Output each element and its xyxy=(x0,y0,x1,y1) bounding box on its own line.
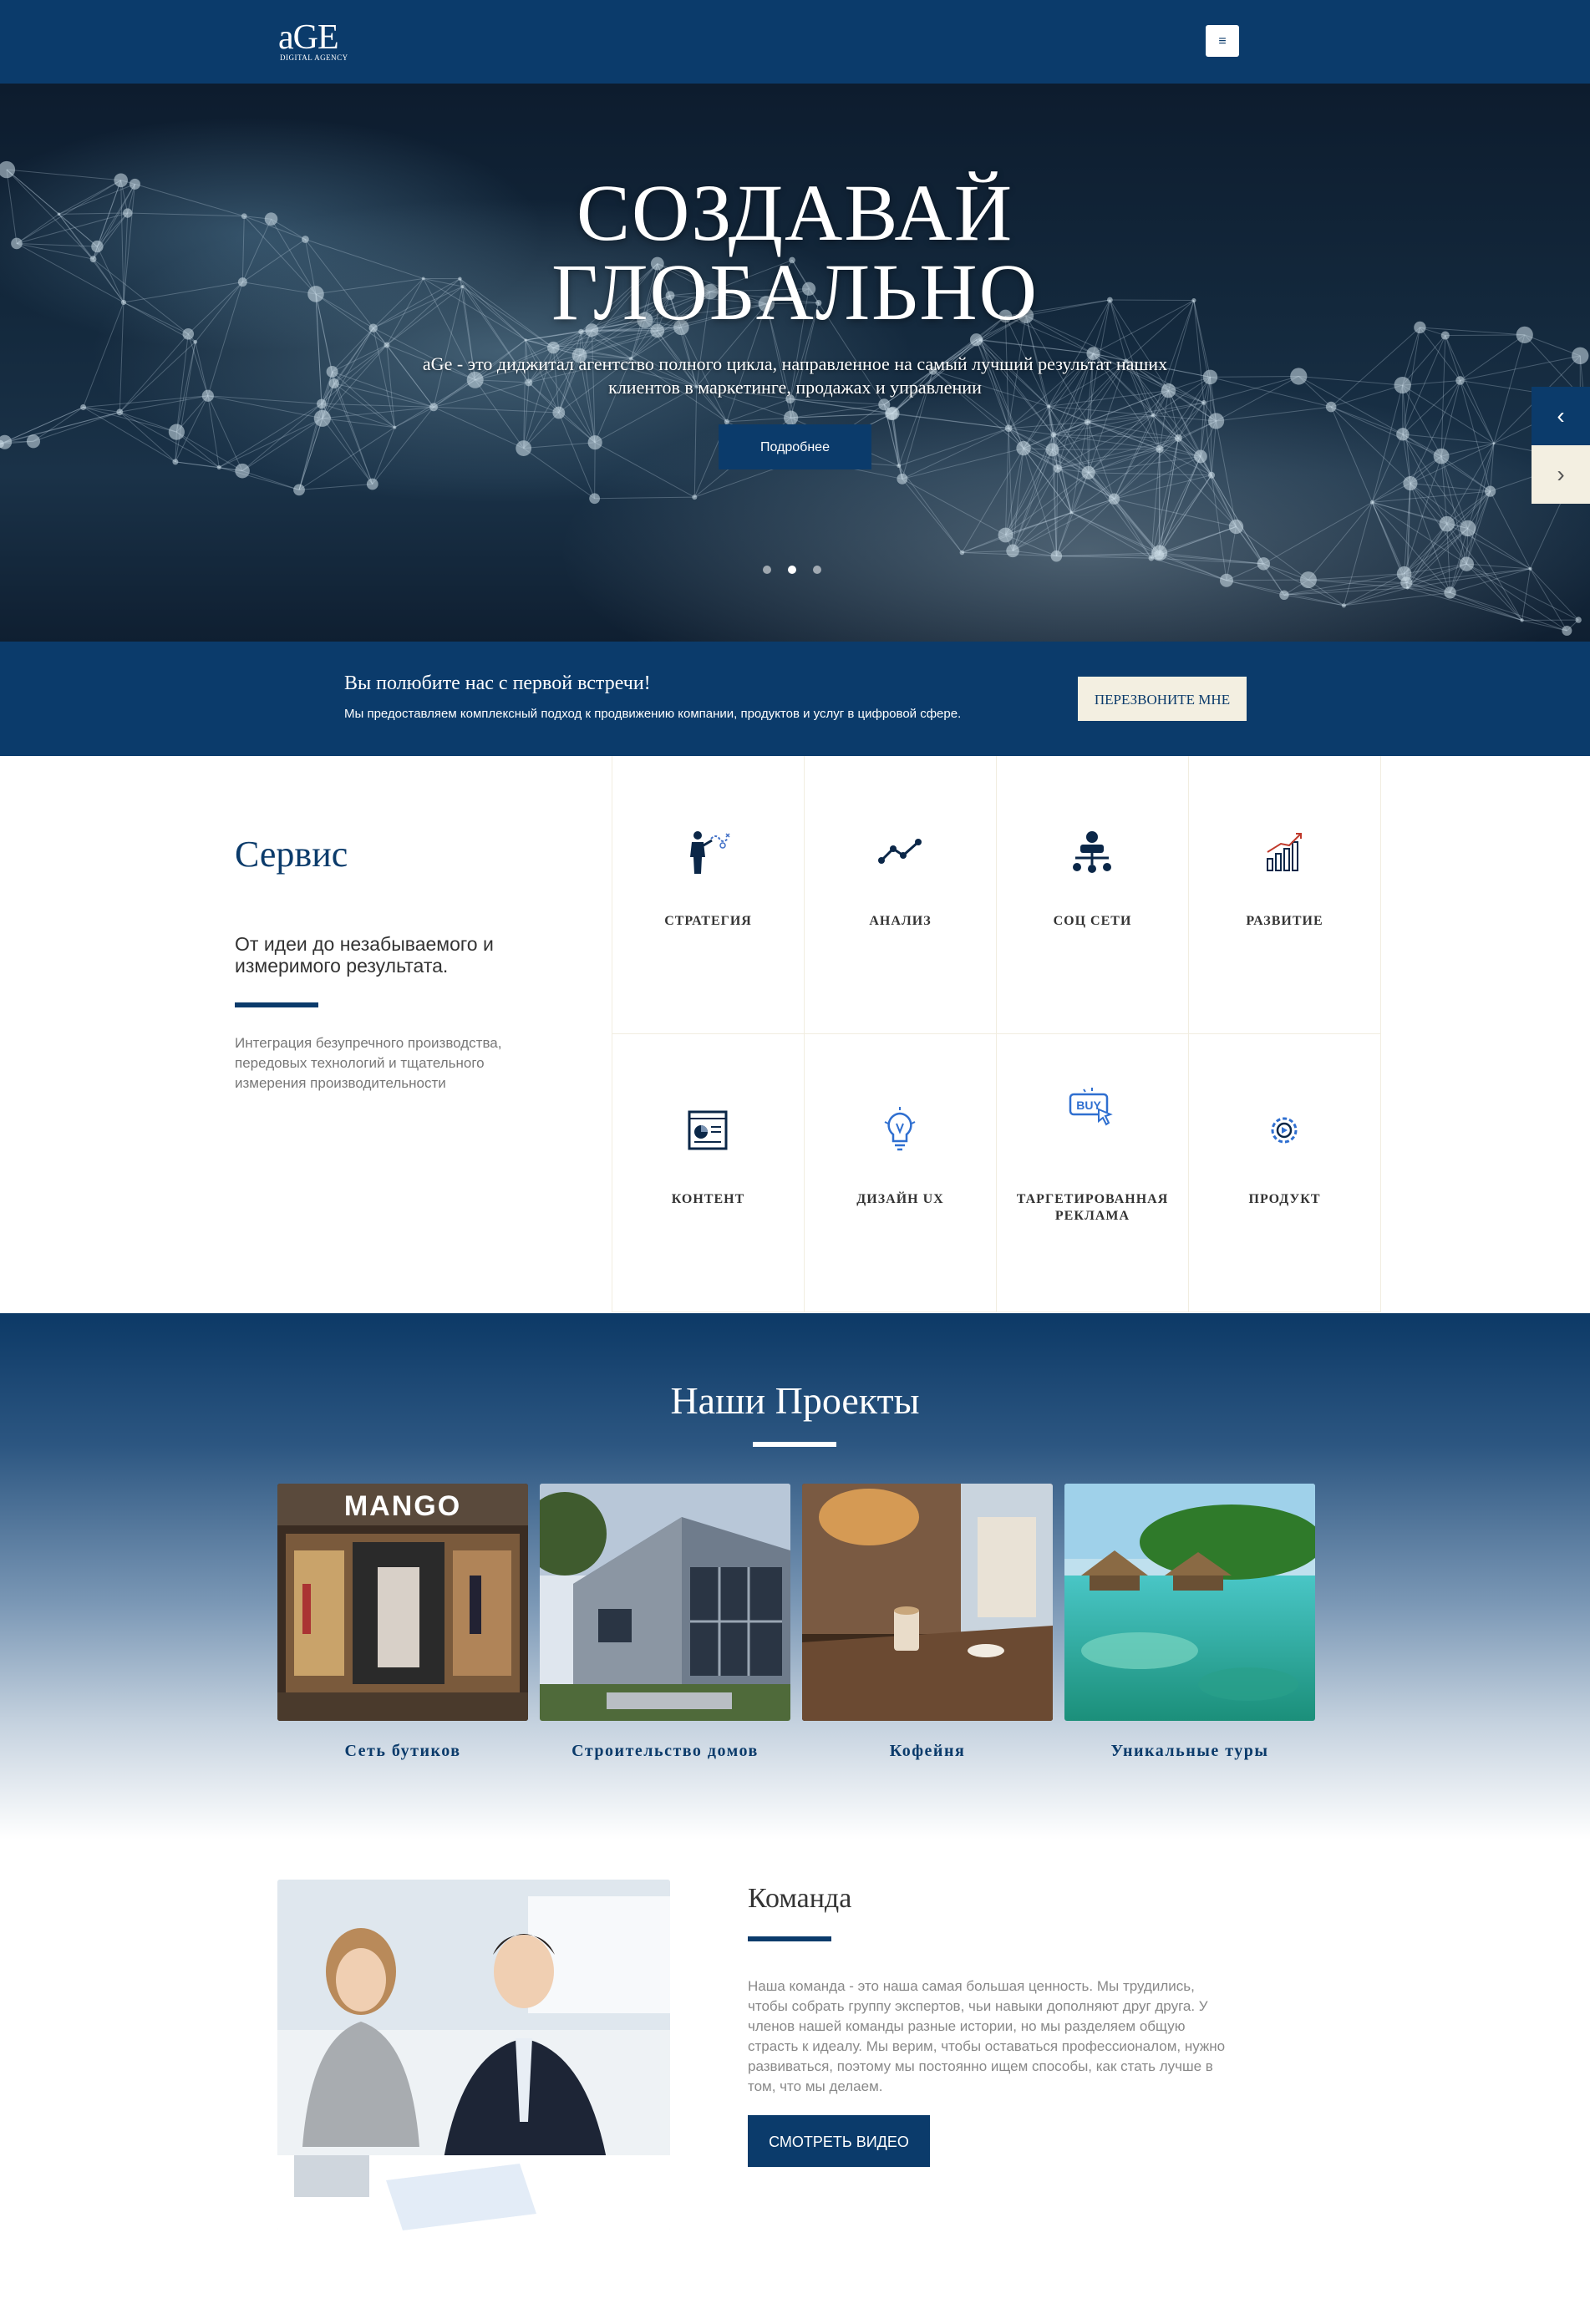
mango-sign-text: MANGO xyxy=(344,1490,461,1522)
strategy-icon xyxy=(690,831,730,874)
services-title: Сервис xyxy=(235,834,348,875)
team-title: Команда xyxy=(748,1883,852,1914)
slider-dot[interactable] xyxy=(813,566,821,574)
hero-title-line2: ГЛОБАЛЬНО xyxy=(551,247,1039,337)
projects-divider xyxy=(753,1442,836,1447)
logo-sub-text: DIGITAL AGENCY xyxy=(280,53,348,62)
projects-title: Наши Проекты xyxy=(670,1379,920,1422)
service-label: КОНТЕНТ xyxy=(671,1192,745,1206)
callback-text: Мы предоставляем комплексный подход к пр… xyxy=(344,707,962,721)
service-label: АНАЛИЗ xyxy=(869,914,932,928)
tropical-resort-image xyxy=(1064,1484,1315,1721)
slider-prev-button[interactable]: ‹ xyxy=(1532,387,1590,445)
project-label[interactable]: Уникальные туры xyxy=(1064,1742,1315,1761)
service-label: РАЗВИТИЕ xyxy=(1246,914,1323,928)
service-card-growth[interactable]: РАЗВИТИЕ xyxy=(1188,756,1381,1034)
project-label[interactable]: Сеть бутиков xyxy=(277,1742,528,1761)
growth-chart-icon xyxy=(1267,833,1302,871)
hamburger-menu-button[interactable]: ≡ xyxy=(1206,25,1239,57)
projects-section: Наши Проекты MANGO Сеть бутиков Строител… xyxy=(0,1313,1590,1839)
social-network-icon xyxy=(1073,831,1111,873)
services-section: Сервис От идеи до незабываемого и измери… xyxy=(0,756,1590,1313)
callback-button[interactable]: ПЕРЕЗВОНИТЕ МНЕ xyxy=(1078,677,1247,721)
product-gear-icon xyxy=(1271,1117,1298,1144)
hero-title-line1: СОЗДАВАЙ xyxy=(576,168,1014,257)
team-description: Наша команда - это наша самая большая це… xyxy=(748,1978,1226,2094)
service-card-targeted-ads[interactable]: BUY ТАРГЕТИРОВАННАЯ РЕКЛАМА xyxy=(996,1034,1188,1312)
lightbulb-design-icon xyxy=(884,1107,916,1151)
team-section: Команда Наша команда - это наша самая бо… xyxy=(0,1839,1590,2324)
slider-next-button[interactable]: › xyxy=(1532,445,1590,504)
service-card-strategy[interactable]: СТРАТЕГИЯ xyxy=(612,756,804,1034)
modern-house-image xyxy=(540,1484,790,1721)
service-card-analysis[interactable]: АНАЛИЗ xyxy=(804,756,996,1034)
boutique-store-image: MANGO xyxy=(277,1484,528,1721)
logo-main-text: aGE xyxy=(278,18,339,57)
watch-video-button[interactable]: СМОТРЕТЬ ВИДЕО xyxy=(748,2115,930,2167)
hero-subtitle: aGe - это диджитал агентство полного цик… xyxy=(422,353,1168,398)
hamburger-icon: ≡ xyxy=(1218,34,1227,48)
team-meeting-photo xyxy=(277,1880,670,2230)
chevron-left-icon: ‹ xyxy=(1557,403,1565,429)
project-card-boutique[interactable]: MANGO xyxy=(277,1484,528,1721)
team-divider xyxy=(748,1936,831,1941)
callback-banner: Вы полюбите нас с первой встречи! Мы пре… xyxy=(0,642,1590,756)
slider-dot[interactable] xyxy=(763,566,771,574)
svg-text:BUY: BUY xyxy=(1076,1099,1101,1112)
more-info-button[interactable]: Подробнее xyxy=(719,424,871,469)
project-label[interactable]: Кофейня xyxy=(802,1742,1053,1761)
services-divider xyxy=(235,1002,318,1007)
service-card-product[interactable]: ПРОДУКТ xyxy=(1188,1034,1381,1312)
service-label: ТАРГЕТИРОВАННАЯ РЕКЛАМА xyxy=(1016,1192,1169,1223)
service-card-social[interactable]: СОЦ СЕТИ xyxy=(996,756,1188,1034)
project-label[interactable]: Строительство домов xyxy=(540,1742,790,1761)
services-description: Интеграция безупречного производства, пе… xyxy=(235,1035,502,1091)
project-card-house-construction[interactable] xyxy=(540,1484,790,1721)
coffee-shop-image xyxy=(802,1484,1053,1721)
site-header: aGE DIGITAL AGENCY ≡ xyxy=(0,0,1590,84)
service-label: СТРАТЕГИЯ xyxy=(664,914,752,928)
service-label: ДИЗАЙН UX xyxy=(856,1192,944,1206)
chevron-right-icon: › xyxy=(1557,461,1565,487)
buy-click-icon: BUY xyxy=(1069,1088,1113,1126)
analytics-icon xyxy=(878,839,922,864)
services-grid: СТРАТЕГИЯ АНАЛИЗ СОЦ СЕТИ РАЗВИТИЕ КОНТЕ… xyxy=(612,756,1381,1313)
project-card-unique-tours[interactable] xyxy=(1064,1484,1315,1721)
callback-title: Вы полюбите нас с первой встречи! xyxy=(344,672,651,694)
slider-dot[interactable] xyxy=(788,566,796,574)
service-label: ПРОДУКТ xyxy=(1248,1192,1321,1206)
service-card-content[interactable]: КОНТЕНТ xyxy=(612,1034,804,1312)
hero-slider: СОЗДАВАЙ ГЛОБАЛЬНО aGe - это диджитал аг… xyxy=(0,84,1590,642)
services-lead: От идеи до незабываемого и измеримого ре… xyxy=(235,933,494,977)
service-card-ux-design[interactable]: ДИЗАЙН UX xyxy=(804,1034,996,1312)
logo[interactable]: aGE DIGITAL AGENCY xyxy=(278,20,362,62)
content-icon xyxy=(688,1110,728,1150)
project-card-coffee-shop[interactable] xyxy=(802,1484,1053,1721)
service-label: СОЦ СЕТИ xyxy=(1053,914,1132,928)
